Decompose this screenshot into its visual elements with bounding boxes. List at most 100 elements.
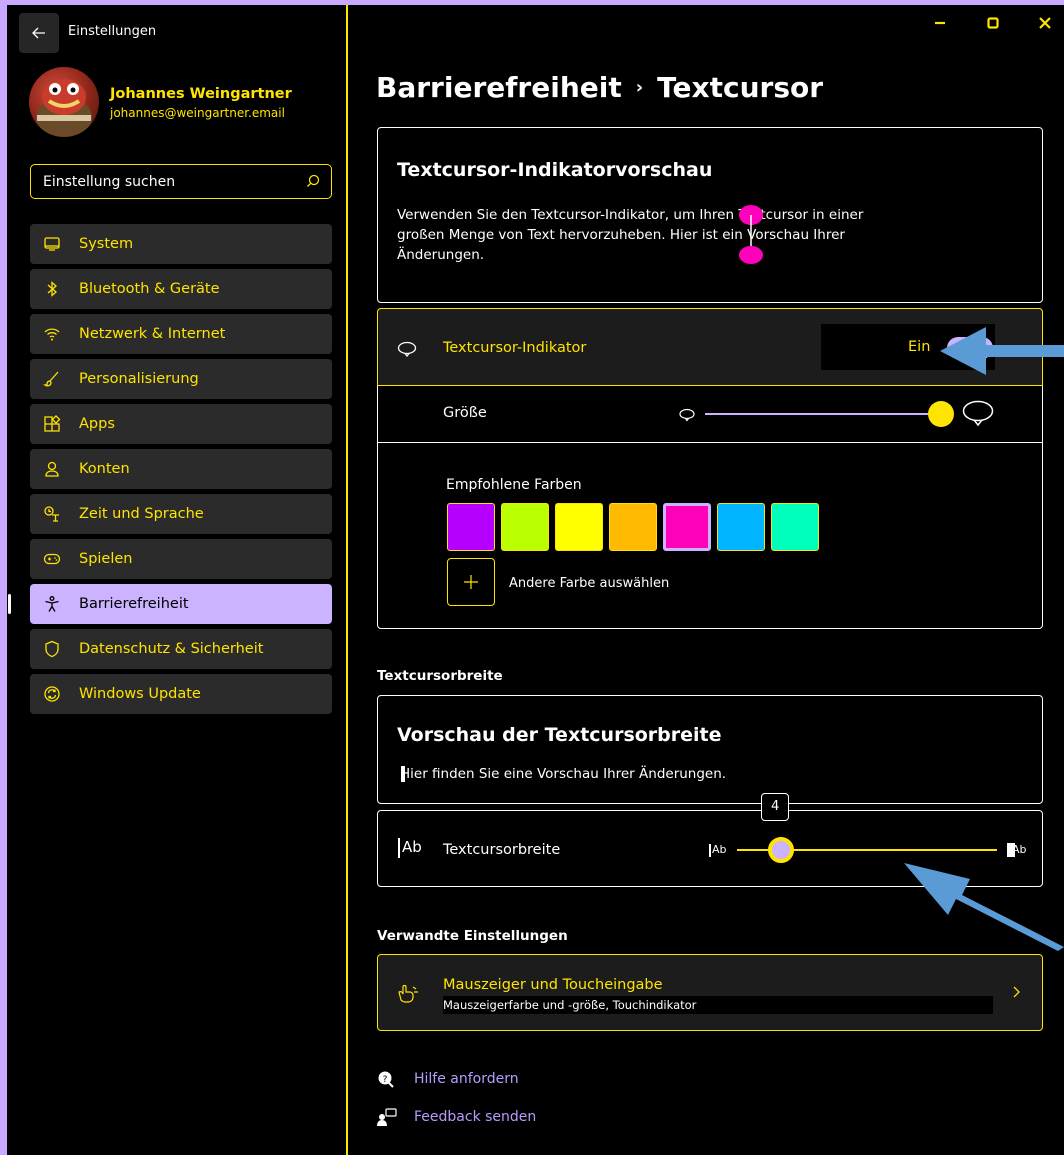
color-swatch[interactable] — [555, 503, 603, 551]
width-preview-text: Hier finden Sie eine Vorschau Ihrer Ände… — [400, 766, 727, 782]
app-title: Einstellungen — [68, 24, 157, 39]
color-swatch[interactable] — [447, 503, 495, 551]
sidebar-item-accessibility[interactable]: Barrierefreiheit — [8, 584, 332, 624]
page-title: Textcursor — [657, 71, 824, 104]
close-icon — [1039, 17, 1051, 29]
close-button[interactable] — [1038, 15, 1052, 34]
back-button[interactable] — [19, 13, 59, 53]
maximize-icon — [987, 17, 999, 29]
size-label: Größe — [443, 405, 487, 421]
sidebar-item-label: Datenschutz & Sicherheit — [79, 641, 264, 657]
size-row: Größe — [377, 386, 1043, 443]
toggle-state-label: Ein — [908, 339, 931, 355]
sidebar-item-label: Apps — [79, 416, 115, 432]
apps-icon — [42, 414, 62, 434]
size-large-icon — [962, 400, 994, 427]
search-placeholder: Einstellung suchen — [43, 173, 176, 190]
person-icon — [42, 459, 62, 479]
mouse-touch-link[interactable]: Mauszeiger und Toucheingabe Mauszeigerfa… — [377, 954, 1043, 1031]
help-link[interactable]: Hilfe anfordern — [414, 1071, 519, 1087]
cursor-width-label: Textcursorbreite — [443, 842, 561, 858]
color-swatch[interactable] — [663, 503, 711, 551]
cursor-indicator-label: Textcursor-Indikator — [443, 340, 587, 356]
sidebar-item-label: Personalisierung — [79, 371, 199, 387]
width-min-label: Ab — [712, 843, 727, 856]
sidebar-item-label: Spielen — [79, 551, 133, 567]
preview-title: Textcursor-Indikatorvorschau — [397, 159, 713, 181]
wifi-icon — [42, 324, 62, 344]
sidebar-item-apps[interactable]: Apps — [30, 404, 332, 444]
width-preview-title: Vorschau der Textcursorbreite — [397, 724, 722, 746]
help-icon: ? — [378, 1071, 394, 1088]
size-slider-thumb[interactable] — [928, 401, 954, 427]
sidebar-item-label: Windows Update — [79, 686, 201, 702]
maximize-button[interactable] — [986, 15, 1000, 34]
user-name: Johannes Weingartner — [110, 86, 292, 102]
cursor-indicator-preview-card: Textcursor-Indikatorvorschau Verwenden S… — [377, 127, 1043, 303]
mouse-touch-subtitle: Mauszeigerfarbe und -größe, Touchindikat… — [443, 996, 993, 1014]
nav-list: System Bluetooth & Geräte Netzwerk & Int… — [8, 224, 332, 719]
shield-icon — [42, 639, 62, 659]
color-swatch[interactable] — [501, 503, 549, 551]
sidebar-item-windows-update[interactable]: Windows Update — [30, 674, 332, 714]
breadcrumb-parent[interactable]: Barrierefreiheit — [376, 71, 622, 104]
color-swatch[interactable] — [717, 503, 765, 551]
sidebar-item-privacy[interactable]: Datenschutz & Sicherheit — [30, 629, 332, 669]
annotation-arrow-bottom — [904, 863, 1064, 951]
color-swatches — [447, 503, 827, 553]
sidebar-item-system[interactable]: System — [30, 224, 332, 264]
cursor-indicator-icon — [397, 341, 417, 357]
size-slider[interactable] — [705, 401, 954, 427]
arrow-left-icon — [32, 27, 45, 39]
update-icon — [42, 684, 62, 704]
sidebar-item-label: System — [79, 236, 134, 252]
cursor-width-icon-bar — [398, 838, 400, 858]
size-small-icon — [679, 408, 695, 422]
mouse-touch-title: Mauszeiger und Toucheingabe — [443, 977, 663, 993]
add-color-button[interactable] — [447, 558, 495, 606]
color-swatch[interactable] — [609, 503, 657, 551]
sidebar: Einstellungen Johannes Weingartner johan… — [7, 5, 348, 1155]
sidebar-item-label: Bluetooth & Geräte — [79, 281, 220, 297]
sidebar-item-bluetooth[interactable]: Bluetooth & Geräte — [30, 269, 332, 309]
colors-label: Empfohlene Farben — [446, 477, 582, 493]
sidebar-item-label: Konten — [79, 461, 130, 477]
sidebar-item-personalization[interactable]: Personalisierung — [30, 359, 332, 399]
main-content: Barrierefreiheit › Textcursor Textcursor-I… — [350, 5, 1064, 1155]
search-input[interactable]: Einstellung suchen — [30, 164, 332, 199]
search-icon — [307, 174, 320, 187]
chevron-right-icon — [1013, 986, 1020, 998]
sidebar-item-time-language[interactable]: Zeit und Sprache — [30, 494, 332, 534]
cursor-width-icon: Ab — [402, 838, 422, 856]
sidebar-item-label: Barrierefreiheit — [79, 596, 189, 612]
width-min-bar — [709, 844, 711, 857]
minimize-button[interactable] — [933, 15, 947, 34]
colors-row: Empfohlene Farben Andere Farbe auswählen — [377, 442, 1043, 629]
sidebar-item-gaming[interactable]: Spielen — [30, 539, 332, 579]
avatar[interactable] — [29, 67, 99, 137]
bluetooth-icon — [42, 279, 62, 299]
sidebar-item-network[interactable]: Netzwerk & Internet — [30, 314, 332, 354]
annotation-arrow-top — [940, 327, 1064, 375]
minimize-icon — [935, 21, 945, 25]
user-email: johannes@weingartner.email — [110, 106, 285, 120]
breadcrumb: Barrierefreiheit › Textcursor — [376, 71, 823, 104]
width-section-heading: Textcursorbreite — [377, 668, 503, 684]
sidebar-item-accounts[interactable]: Konten — [30, 449, 332, 489]
accessibility-icon — [42, 594, 62, 614]
feedback-icon — [377, 1108, 397, 1126]
gamepad-icon — [42, 549, 62, 569]
color-swatch[interactable] — [771, 503, 819, 551]
cursor-width-slider-thumb[interactable]: 4 — [761, 793, 795, 863]
slider-value-tooltip: 4 — [761, 793, 790, 821]
monitor-icon — [42, 234, 62, 254]
breadcrumb-separator: › — [635, 77, 644, 98]
add-color-label[interactable]: Andere Farbe auswählen — [509, 576, 669, 591]
svg-text:?: ? — [383, 1075, 388, 1085]
brush-icon — [42, 369, 62, 389]
width-preview-card: Vorschau der Textcursorbreite Hier finde… — [377, 695, 1043, 804]
feedback-link[interactable]: Feedback senden — [414, 1109, 536, 1125]
plus-icon — [464, 575, 478, 589]
related-heading: Verwandte Einstellungen — [377, 928, 568, 944]
cursor-indicator-preview-icon — [739, 205, 763, 264]
